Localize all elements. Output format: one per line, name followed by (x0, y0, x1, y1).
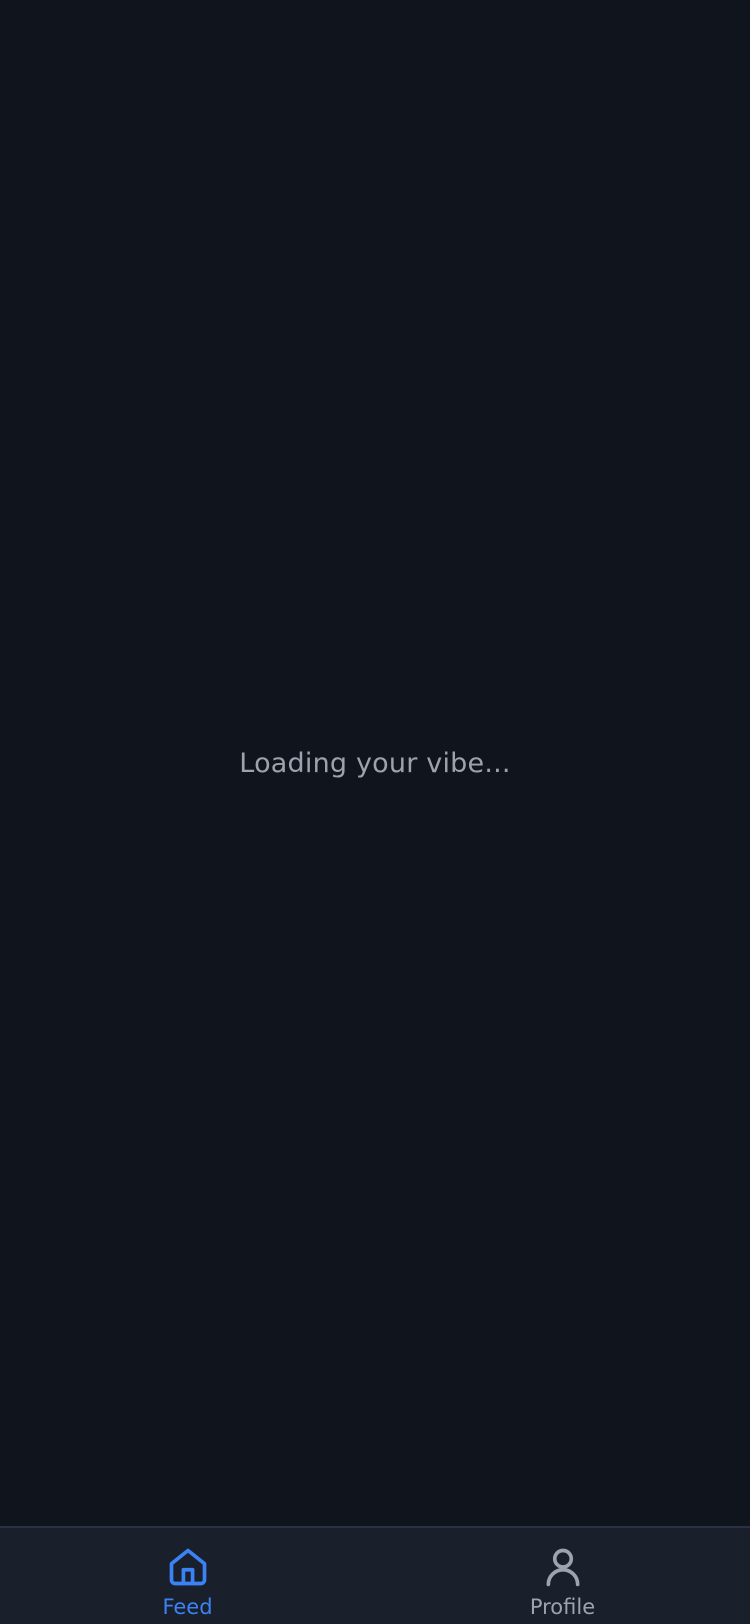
home-icon (169, 1548, 206, 1586)
bottom-tab-bar: Feed Profile (0, 1526, 750, 1624)
user-icon (546, 1548, 579, 1587)
loading-message: Loading your vibe... (239, 748, 511, 779)
tab-profile-label: Profile (529, 1595, 596, 1619)
feed-content: Loading your vibe... (0, 0, 750, 1527)
tab-feed-label: Feed (162, 1595, 213, 1619)
app-screen: Loading your vibe... Feed Profile (0, 0, 750, 1624)
tab-profile[interactable]: Profile (375, 1528, 750, 1624)
tab-feed[interactable]: Feed (0, 1528, 375, 1624)
